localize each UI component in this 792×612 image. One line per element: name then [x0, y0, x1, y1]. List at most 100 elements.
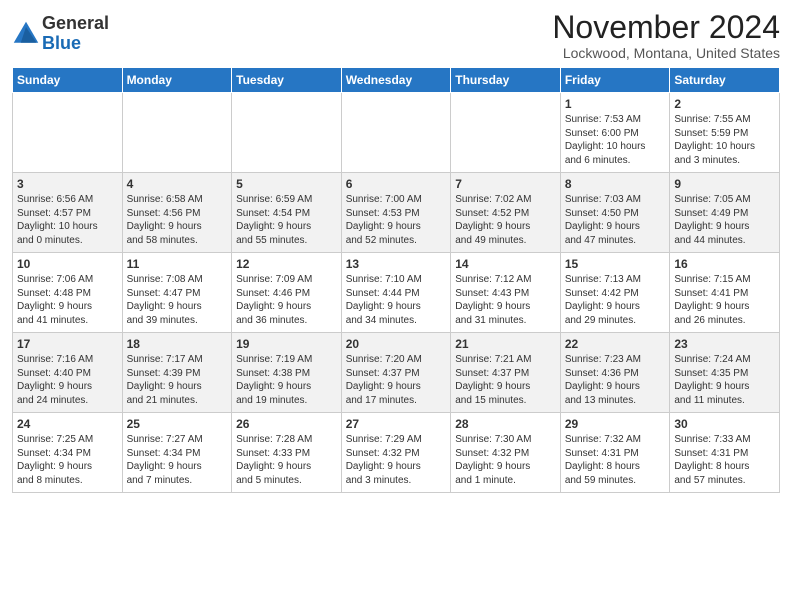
day-number: 8	[565, 177, 666, 191]
day-info: Sunrise: 7:30 AM Sunset: 4:32 PM Dayligh…	[455, 433, 556, 487]
day-info: Sunrise: 6:59 AM Sunset: 4:54 PM Dayligh…	[236, 193, 337, 247]
table-row: 3 Sunrise: 6:56 AM Sunset: 4:57 PM Daylig…	[13, 173, 123, 253]
week-row-1: 1 Sunrise: 7:53 AM Sunset: 6:00 PM Daylig…	[13, 93, 780, 173]
day-info: Sunrise: 7:53 AM Sunset: 6:00 PM Dayligh…	[565, 113, 666, 167]
day-info: Sunrise: 7:33 AM Sunset: 4:31 PM Dayligh…	[674, 433, 775, 487]
calendar-table: Sunday Monday Tuesday Wednesday Thursday…	[12, 67, 780, 493]
day-number: 25	[127, 417, 228, 431]
table-row: 5 Sunrise: 6:59 AM Sunset: 4:54 PM Daylig…	[232, 173, 342, 253]
day-info: Sunrise: 6:58 AM Sunset: 4:56 PM Dayligh…	[127, 193, 228, 247]
logo: General Blue	[12, 14, 109, 54]
day-number: 6	[346, 177, 447, 191]
day-number: 23	[674, 337, 775, 351]
table-row: 6 Sunrise: 7:00 AM Sunset: 4:53 PM Daylig…	[341, 173, 451, 253]
day-info: Sunrise: 7:17 AM Sunset: 4:39 PM Dayligh…	[127, 353, 228, 407]
table-row: 7Sunrise: 7:02 AM Sunset: 4:52 PM Daylig…	[451, 173, 561, 253]
day-info: Sunrise: 7:03 AM Sunset: 4:50 PM Dayligh…	[565, 193, 666, 247]
day-number: 30	[674, 417, 775, 431]
table-row: 29 Sunrise: 7:32 AM Sunset: 4:31 PM Dayli…	[560, 413, 670, 493]
table-row: 23 Sunrise: 7:24 AM Sunset: 4:35 PM Dayli…	[670, 333, 780, 413]
day-number: 24	[17, 417, 118, 431]
day-number: 7	[455, 177, 556, 191]
day-info: Sunrise: 7:32 AM Sunset: 4:31 PM Dayligh…	[565, 433, 666, 487]
table-row: 14 Sunrise: 7:12 AM Sunset: 4:43 PM Dayli…	[451, 253, 561, 333]
day-info: Sunrise: 7:21 AM Sunset: 4:37 PM Dayligh…	[455, 353, 556, 407]
table-row: 27 Sunrise: 7:29 AM Sunset: 4:32 PM Dayli…	[341, 413, 451, 493]
table-row	[232, 93, 342, 173]
table-row: 21 Sunrise: 7:21 AM Sunset: 4:37 PM Dayli…	[451, 333, 561, 413]
table-row	[341, 93, 451, 173]
day-info: Sunrise: 7:55 AM Sunset: 5:59 PM Dayligh…	[674, 113, 775, 167]
table-row: 2 Sunrise: 7:55 AM Sunset: 5:59 PM Daylig…	[670, 93, 780, 173]
day-info: Sunrise: 7:10 AM Sunset: 4:44 PM Dayligh…	[346, 273, 447, 327]
col-monday: Monday	[122, 68, 232, 93]
day-number: 4	[127, 177, 228, 191]
day-info: Sunrise: 6:56 AM Sunset: 4:57 PM Dayligh…	[17, 193, 118, 247]
col-saturday: Saturday	[670, 68, 780, 93]
col-tuesday: Tuesday	[232, 68, 342, 93]
table-row: 25Sunrise: 7:27 AM Sunset: 4:34 PM Dayli…	[122, 413, 232, 493]
week-row-3: 10 Sunrise: 7:06 AM Sunset: 4:48 PM Dayli…	[13, 253, 780, 333]
day-number: 12	[236, 257, 337, 271]
table-row	[122, 93, 232, 173]
table-row: 1 Sunrise: 7:53 AM Sunset: 6:00 PM Daylig…	[560, 93, 670, 173]
day-info: Sunrise: 7:25 AM Sunset: 4:34 PM Dayligh…	[17, 433, 118, 487]
day-info: Sunrise: 7:05 AM Sunset: 4:49 PM Dayligh…	[674, 193, 775, 247]
day-number: 27	[346, 417, 447, 431]
day-info: Sunrise: 7:28 AM Sunset: 4:33 PM Dayligh…	[236, 433, 337, 487]
week-row-5: 24 Sunrise: 7:25 AM Sunset: 4:34 PM Dayli…	[13, 413, 780, 493]
table-row: 26Sunrise: 7:28 AM Sunset: 4:33 PM Dayli…	[232, 413, 342, 493]
day-number: 21	[455, 337, 556, 351]
day-info: Sunrise: 7:06 AM Sunset: 4:48 PM Dayligh…	[17, 273, 118, 327]
col-thursday: Thursday	[451, 68, 561, 93]
day-info: Sunrise: 7:00 AM Sunset: 4:53 PM Dayligh…	[346, 193, 447, 247]
table-row: 24 Sunrise: 7:25 AM Sunset: 4:34 PM Dayli…	[13, 413, 123, 493]
day-number: 19	[236, 337, 337, 351]
day-number: 29	[565, 417, 666, 431]
day-number: 28	[455, 417, 556, 431]
table-row: 22Sunrise: 7:23 AM Sunset: 4:36 PM Dayli…	[560, 333, 670, 413]
day-info: Sunrise: 7:12 AM Sunset: 4:43 PM Dayligh…	[455, 273, 556, 327]
day-info: Sunrise: 7:23 AM Sunset: 4:36 PM Dayligh…	[565, 353, 666, 407]
table-row: 20 Sunrise: 7:20 AM Sunset: 4:37 PM Dayli…	[341, 333, 451, 413]
table-row: 30 Sunrise: 7:33 AM Sunset: 4:31 PM Dayli…	[670, 413, 780, 493]
day-number: 10	[17, 257, 118, 271]
page-container: General Blue November 2024 Lockwood, Mon…	[0, 0, 792, 501]
day-number: 11	[127, 257, 228, 271]
table-row: 9 Sunrise: 7:05 AM Sunset: 4:49 PM Daylig…	[670, 173, 780, 253]
day-number: 17	[17, 337, 118, 351]
day-number: 9	[674, 177, 775, 191]
day-info: Sunrise: 7:20 AM Sunset: 4:37 PM Dayligh…	[346, 353, 447, 407]
col-sunday: Sunday	[13, 68, 123, 93]
day-info: Sunrise: 7:24 AM Sunset: 4:35 PM Dayligh…	[674, 353, 775, 407]
table-row: 17 Sunrise: 7:16 AM Sunset: 4:40 PM Dayli…	[13, 333, 123, 413]
day-info: Sunrise: 7:13 AM Sunset: 4:42 PM Dayligh…	[565, 273, 666, 327]
table-row: 11Sunrise: 7:08 AM Sunset: 4:47 PM Dayli…	[122, 253, 232, 333]
day-number: 1	[565, 97, 666, 111]
day-number: 5	[236, 177, 337, 191]
table-row	[13, 93, 123, 173]
day-number: 2	[674, 97, 775, 111]
table-row: 10 Sunrise: 7:06 AM Sunset: 4:48 PM Dayli…	[13, 253, 123, 333]
day-number: 16	[674, 257, 775, 271]
day-info: Sunrise: 7:29 AM Sunset: 4:32 PM Dayligh…	[346, 433, 447, 487]
day-number: 18	[127, 337, 228, 351]
month-title: November 2024	[552, 10, 780, 45]
table-row: 28 Sunrise: 7:30 AM Sunset: 4:32 PM Dayli…	[451, 413, 561, 493]
table-row: 16 Sunrise: 7:15 AM Sunset: 4:41 PM Dayli…	[670, 253, 780, 333]
header: General Blue November 2024 Lockwood, Mon…	[12, 10, 780, 61]
day-info: Sunrise: 7:16 AM Sunset: 4:40 PM Dayligh…	[17, 353, 118, 407]
table-row: 8 Sunrise: 7:03 AM Sunset: 4:50 PM Daylig…	[560, 173, 670, 253]
day-number: 14	[455, 257, 556, 271]
table-row: 18 Sunrise: 7:17 AM Sunset: 4:39 PM Dayli…	[122, 333, 232, 413]
table-row: 19 Sunrise: 7:19 AM Sunset: 4:38 PM Dayli…	[232, 333, 342, 413]
day-number: 20	[346, 337, 447, 351]
table-row: 13Sunrise: 7:10 AM Sunset: 4:44 PM Dayli…	[341, 253, 451, 333]
logo-general-text: General	[42, 13, 109, 33]
title-block: November 2024 Lockwood, Montana, United …	[552, 10, 780, 61]
day-number: 3	[17, 177, 118, 191]
table-row	[451, 93, 561, 173]
day-info: Sunrise: 7:15 AM Sunset: 4:41 PM Dayligh…	[674, 273, 775, 327]
header-row: Sunday Monday Tuesday Wednesday Thursday…	[13, 68, 780, 93]
day-info: Sunrise: 7:19 AM Sunset: 4:38 PM Dayligh…	[236, 353, 337, 407]
